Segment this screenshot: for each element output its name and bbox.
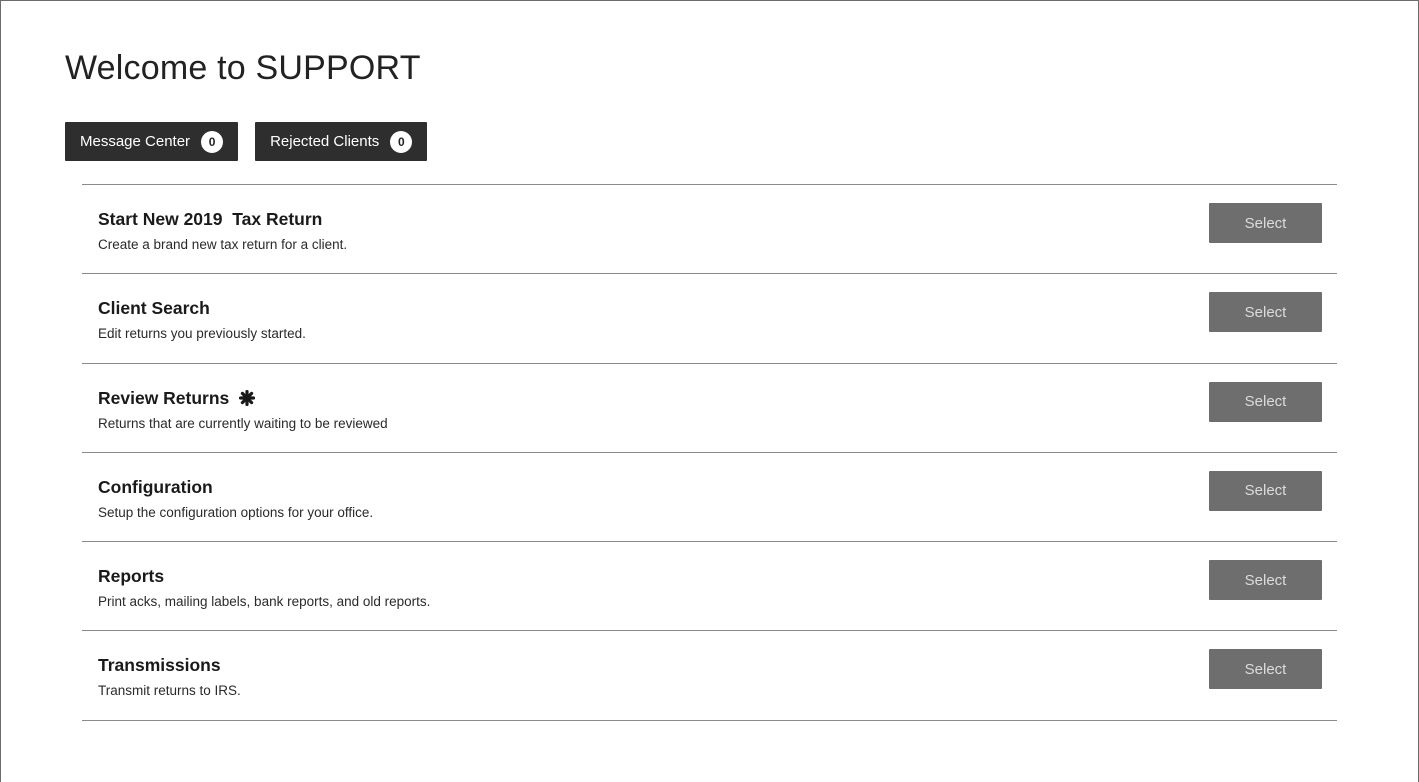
menu-row-description: Returns that are currently waiting to be… — [98, 415, 388, 431]
menu-row-title: Configuration — [98, 477, 213, 498]
asterisk-icon — [239, 390, 256, 407]
transmissions-select-button[interactable]: Select — [1209, 649, 1322, 690]
menu-row-title: Reports — [98, 566, 164, 587]
menu-row-title: Review Returns — [98, 387, 256, 409]
menu-row-review-returns: Review Returns Returns that are currentl… — [82, 364, 1337, 453]
configuration-select-button[interactable]: Select — [1209, 470, 1322, 511]
menu-row-title-text: Transmissions — [98, 655, 221, 676]
message-center-button[interactable]: Message Center 0 — [65, 122, 239, 161]
menu-row-configuration: Configuration Setup the configuration op… — [82, 453, 1337, 543]
menu-row-description: Setup the configuration options for your… — [98, 504, 374, 520]
page-frame: Welcome to SUPPORT Message Center 0 Reje… — [0, 0, 1419, 782]
message-center-count-badge: 0 — [201, 130, 224, 153]
menu-row-title: Start New 2019 Tax Return — [98, 209, 322, 230]
menu-row-start-new-return: Start New 2019 Tax Return Create a brand… — [82, 185, 1337, 275]
menu-row-title: Transmissions — [98, 655, 221, 676]
menu-row-title-text: Configuration — [98, 476, 213, 497]
menu-list: Start New 2019 Tax Return Create a brand… — [82, 184, 1337, 721]
reports-select-button[interactable]: Select — [1209, 560, 1322, 601]
message-center-label: Message Center — [80, 133, 191, 150]
menu-row-title-text: Review Returns — [98, 387, 230, 408]
start-new-return-select-button[interactable]: Select — [1209, 203, 1322, 243]
menu-row-description: Print acks, mailing labels, bank reports… — [98, 594, 431, 610]
menu-row-title-text: Reports — [98, 566, 165, 587]
menu-row-transmissions: Transmissions Transmit returns to IRS. S… — [82, 631, 1337, 721]
menu-row-title: Client Search — [98, 298, 210, 319]
rejected-clients-count-badge: 0 — [390, 130, 413, 153]
menu-row-description: Edit returns you previously started. — [98, 326, 306, 342]
menu-row-title-text: Client Search — [98, 298, 210, 319]
menu-row-reports: Reports Print acks, mailing labels, bank… — [82, 542, 1337, 632]
rejected-clients-label: Rejected Clients — [270, 133, 380, 150]
top-button-row: Message Center 0 Rejected Clients 0 — [65, 122, 428, 161]
menu-row-title-text: Start New 2019 Tax Return — [98, 209, 323, 229]
page-title: Welcome to SUPPORT — [65, 49, 421, 87]
menu-row-description: Transmit returns to IRS. — [98, 683, 241, 699]
review-returns-select-button[interactable]: Select — [1209, 381, 1322, 422]
client-search-select-button[interactable]: Select — [1209, 292, 1322, 333]
rejected-clients-button[interactable]: Rejected Clients 0 — [255, 122, 428, 161]
menu-row-client-search: Client Search Edit returns you previousl… — [82, 274, 1337, 364]
menu-row-description: Create a brand new tax return for a clie… — [98, 237, 348, 252]
